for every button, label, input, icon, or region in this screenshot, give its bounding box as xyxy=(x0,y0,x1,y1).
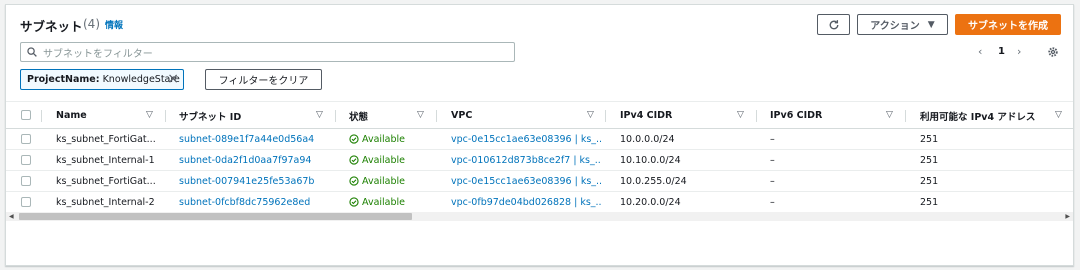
column-divider xyxy=(41,110,42,122)
row-checkbox[interactable] xyxy=(21,197,31,207)
sort-icon[interactable]: ▽ xyxy=(587,110,594,120)
column-header-vpc[interactable]: VPC xyxy=(451,102,472,129)
current-page[interactable]: 1 xyxy=(998,46,1005,57)
cell-name: ks_subnet_Internal-2 xyxy=(56,196,155,208)
column-header-ipv4-cidr[interactable]: IPv4 CIDR xyxy=(620,102,672,129)
cell-subnet-id-link[interactable]: subnet-0fcbf8dc75962e8ed xyxy=(179,192,310,212)
column-header-state[interactable]: 状態 xyxy=(349,102,368,129)
previous-page-icon[interactable]: ‹ xyxy=(978,45,982,58)
row-checkbox[interactable] xyxy=(21,155,31,165)
cell-vpc-link[interactable]: vpc-010612d873b8ce2f7 | ks_... xyxy=(451,150,601,170)
refresh-icon xyxy=(829,19,838,29)
next-page-icon[interactable]: › xyxy=(1017,45,1021,58)
table-row[interactable]: ks_subnet_FortiGat... subnet-007941e25fe… xyxy=(6,171,1073,192)
cell-name: ks_subnet_FortiGat... xyxy=(56,133,156,145)
create-subnet-button[interactable]: サブネットを作成 xyxy=(955,14,1061,35)
cell-ipv4-cidr: 10.0.255.0/24 xyxy=(620,175,687,187)
cell-ipv6-cidr: – xyxy=(770,133,775,145)
cell-available-ipv4: 251 xyxy=(920,133,939,145)
sort-icon[interactable]: ▽ xyxy=(886,110,893,120)
filter-token: ProjectName: KnowledgeStare × xyxy=(20,69,184,90)
cell-available-ipv4: 251 xyxy=(920,196,939,208)
scroll-right-icon[interactable]: ▶ xyxy=(1065,213,1070,220)
state-label: Available xyxy=(362,133,406,145)
page-title: サブネット xyxy=(20,19,83,34)
row-checkbox[interactable] xyxy=(21,176,31,186)
scroll-left-icon[interactable]: ◀ xyxy=(9,213,14,220)
cell-ipv4-cidr: 10.20.0.0/24 xyxy=(620,196,681,208)
clear-filters-label: フィルターをクリア xyxy=(218,76,309,87)
check-circle-icon xyxy=(349,176,359,186)
info-link[interactable]: 情報 xyxy=(105,18,123,31)
cell-state: Available xyxy=(349,192,405,212)
clear-filters-button[interactable]: フィルターをクリア xyxy=(205,69,322,90)
actions-label: アクション xyxy=(870,21,920,32)
cell-state: Available xyxy=(349,171,405,191)
scrollbar-thumb[interactable] xyxy=(19,213,412,220)
cell-ipv6-cidr: – xyxy=(770,196,775,208)
search-icon xyxy=(27,47,37,57)
remove-filter-icon[interactable]: × xyxy=(167,72,179,87)
column-divider xyxy=(436,110,437,122)
state-label: Available xyxy=(362,154,406,166)
cell-available-ipv4: 251 xyxy=(920,154,939,166)
cell-ipv4-cidr: 10.10.0.0/24 xyxy=(620,154,681,166)
cell-name: ks_subnet_Internal-1 xyxy=(56,154,155,166)
horizontal-scrollbar[interactable]: ◀ ▶ xyxy=(6,212,1073,221)
cell-ipv6-cidr: – xyxy=(770,154,775,166)
refresh-button[interactable] xyxy=(817,14,850,35)
cell-ipv6-cidr: – xyxy=(770,175,775,187)
cell-vpc-link[interactable]: vpc-0e15cc1ae63e08396 | ks_... xyxy=(451,171,601,191)
sort-icon[interactable]: ▽ xyxy=(146,110,153,120)
filter-token-key: ProjectName: xyxy=(27,74,100,85)
subnets-panel: サブネット (4) 情報 アクション ▼ サブネットを作成 サブネットをフィルタ… xyxy=(5,4,1074,266)
sort-icon[interactable]: ▽ xyxy=(417,110,424,120)
state-label: Available xyxy=(362,196,406,208)
cell-subnet-id-link[interactable]: subnet-089e1f7a44e0d56a4 xyxy=(179,129,314,149)
cell-subnet-id-link[interactable]: subnet-007941e25fe53a67b xyxy=(179,171,314,191)
cell-vpc-link[interactable]: vpc-0e15cc1ae63e08396 | ks_... xyxy=(451,129,601,149)
column-divider xyxy=(905,110,906,122)
column-header-subnet-id[interactable]: サブネット ID xyxy=(179,102,241,129)
filter-search-input[interactable]: サブネットをフィルター xyxy=(20,42,515,62)
table-header: Name ▽ サブネット ID ▽ 状態 ▽ VPC ▽ IPv4 CIDR ▽… xyxy=(6,101,1073,129)
check-circle-icon xyxy=(349,197,359,207)
column-header-available-ipv4[interactable]: 利用可能な IPv4 アドレス xyxy=(920,102,1035,129)
state-label: Available xyxy=(362,175,406,187)
check-circle-icon xyxy=(349,134,359,144)
cell-available-ipv4: 251 xyxy=(920,175,939,187)
column-header-ipv6-cidr[interactable]: IPv6 CIDR xyxy=(770,102,822,129)
cell-name: ks_subnet_FortiGat... xyxy=(56,175,156,187)
sort-icon[interactable]: ▽ xyxy=(1055,110,1062,120)
column-divider xyxy=(165,110,166,122)
column-divider xyxy=(335,110,336,122)
cell-state: Available xyxy=(349,150,405,170)
actions-dropdown[interactable]: アクション ▼ xyxy=(857,14,948,35)
check-circle-icon xyxy=(349,155,359,165)
subnet-count: (4) xyxy=(83,17,100,31)
sort-icon[interactable]: ▽ xyxy=(316,110,323,120)
table-row[interactable]: ks_subnet_FortiGat... subnet-089e1f7a44e… xyxy=(6,129,1073,150)
row-checkbox[interactable] xyxy=(21,134,31,144)
search-placeholder: サブネットをフィルター xyxy=(43,48,153,60)
create-subnet-label: サブネットを作成 xyxy=(968,21,1048,32)
column-header-name[interactable]: Name xyxy=(56,102,87,129)
table-row[interactable]: ks_subnet_Internal-1 subnet-0da2f1d0aa7f… xyxy=(6,150,1073,171)
gear-icon[interactable] xyxy=(1047,46,1059,58)
column-divider xyxy=(756,110,757,122)
cell-ipv4-cidr: 10.0.0.0/24 xyxy=(620,133,675,145)
select-all-checkbox[interactable] xyxy=(21,110,31,120)
cell-state: Available xyxy=(349,129,405,149)
sort-icon[interactable]: ▽ xyxy=(737,110,744,120)
cell-vpc-link[interactable]: vpc-0fb97de04bd026828 | ks_... xyxy=(451,192,601,212)
column-divider xyxy=(605,110,606,122)
table-row[interactable]: ks_subnet_Internal-2 subnet-0fcbf8dc7596… xyxy=(6,192,1073,213)
caret-down-icon: ▼ xyxy=(927,19,935,30)
cell-subnet-id-link[interactable]: subnet-0da2f1d0aa7f97a94 xyxy=(179,150,311,170)
